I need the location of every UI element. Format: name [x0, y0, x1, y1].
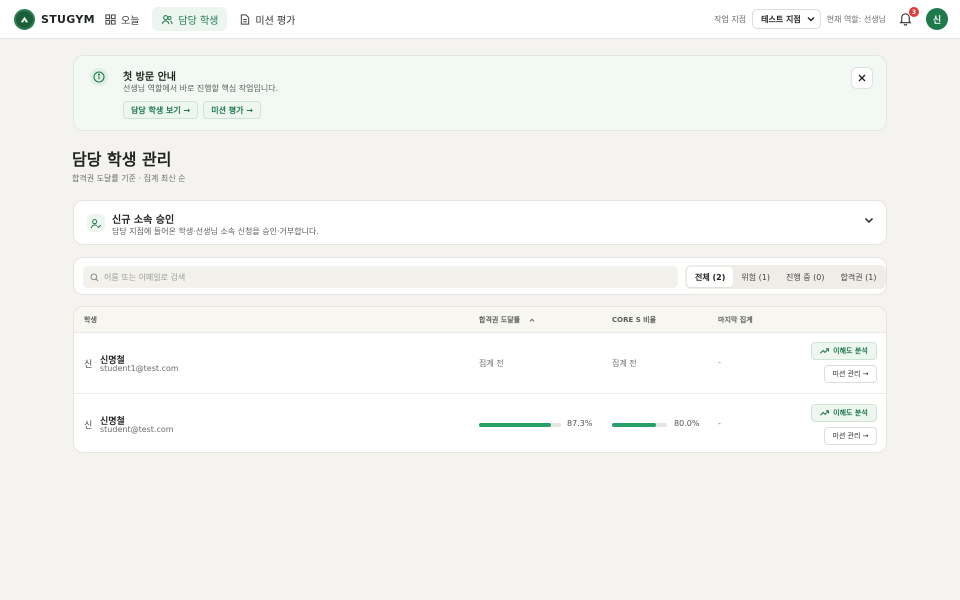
user-avatar[interactable]: 신 — [926, 8, 948, 30]
notice-actions: 담당 학생 보기 → 미션 평가 → — [123, 101, 261, 119]
understanding-analysis-button[interactable]: 이해도 분석 — [811, 342, 877, 360]
pass-rate-value: 87.3% — [567, 419, 593, 428]
button-label: 이해도 분석 — [833, 347, 868, 355]
notice-close-button[interactable] — [851, 67, 873, 89]
users-icon — [162, 14, 173, 24]
approval-title: 신규 소속 승인 — [112, 215, 175, 226]
view-students-button[interactable]: 담당 학생 보기 → — [123, 101, 199, 119]
branch-label: 작업 지점 — [714, 14, 747, 24]
chevron-down-icon — [807, 17, 815, 22]
table-row: 신 신명철 student1@test.com 집계 전 집계 전 - 이해도 … — [74, 333, 886, 393]
approval-description: 담당 지점에 들어온 학생·선생님 소속 신청을 승인·거부합니다. — [112, 227, 319, 236]
brand-name: STUGYM — [41, 13, 95, 26]
core-s-progress-bar — [612, 423, 667, 427]
tab-passing[interactable]: 합격권 (1) — [833, 267, 885, 287]
last-aggregate-value: - — [718, 419, 721, 428]
core-s-value: 80.0% — [674, 419, 700, 428]
pass-rate-progress-fill — [479, 423, 551, 427]
logo-emblem-icon — [14, 9, 35, 30]
column-header-core-s: CORE S 비율 — [612, 316, 657, 324]
tab-all[interactable]: 전체 (2) — [687, 267, 734, 287]
notice-title: 첫 방문 안내 — [123, 72, 176, 83]
brand-logo[interactable]: STUGYM — [14, 9, 95, 30]
document-icon — [241, 13, 250, 25]
table-header: 학생 합격권 도달률 CORE S 비율 마지막 집계 — [74, 307, 886, 333]
chevron-down-icon — [864, 217, 874, 224]
notification-button[interactable]: 3 — [898, 7, 919, 27]
pass-rate-value: 집계 전 — [479, 359, 504, 368]
nav-item-mission-eval[interactable]: 미션 평가 — [231, 7, 304, 31]
column-header-pass-rate[interactable]: 합격권 도달률 — [479, 315, 535, 325]
column-header-label: 합격권 도달률 — [479, 316, 521, 324]
student-email: student1@test.com — [100, 364, 179, 373]
nav-item-today[interactable]: 오늘 — [96, 7, 148, 31]
main-nav: 오늘 담당 학생 미션 평가 — [96, 7, 304, 31]
core-s-value: 집계 전 — [612, 359, 637, 368]
mission-manage-button[interactable]: 미션 관리 → — [824, 427, 877, 445]
search-box — [83, 266, 678, 288]
understanding-analysis-button[interactable]: 이해도 분석 — [811, 404, 877, 422]
mission-manage-button[interactable]: 미션 관리 → — [824, 365, 877, 383]
column-header-last-aggregate: 마지막 집계 — [718, 316, 753, 324]
trending-up-icon — [820, 410, 830, 416]
affiliation-approval-accordion[interactable]: 신규 소속 승인 담당 지점에 들어온 학생·선생님 소속 신청을 승인·거부합… — [73, 200, 887, 245]
search-input[interactable] — [104, 272, 664, 282]
nav-item-label: 담당 학생 — [178, 15, 219, 27]
sort-ascending-icon — [529, 318, 534, 322]
core-s-progress-fill — [612, 423, 656, 427]
notice-description: 선생님 역할에서 바로 진행할 핵심 작업입니다. — [123, 84, 279, 93]
tab-risk[interactable]: 위험 (1) — [733, 267, 778, 287]
trending-up-icon — [820, 348, 830, 354]
tab-in-progress[interactable]: 진행 중 (0) — [778, 267, 833, 287]
current-role-label: 현재 역할: 선생님 — [826, 14, 886, 24]
button-label: 이해도 분석 — [833, 409, 868, 417]
first-visit-notice: 첫 방문 안내 선생님 역할에서 바로 진행할 핵심 작업입니다. 담당 학생 … — [73, 55, 887, 131]
nav-item-students[interactable]: 담당 학생 — [152, 7, 228, 31]
top-navigation-bar: STUGYM 오늘 담당 학생 미션 평가 작업 지점 테스트 지점 현재 역할… — [0, 0, 960, 39]
grid-icon — [105, 13, 116, 25]
status-tabs: 전체 (2) 위험 (1) 진행 중 (0) 합격권 (1) — [685, 265, 887, 289]
user-check-icon — [87, 214, 105, 232]
students-table: 학생 합격권 도달률 CORE S 비율 마지막 집계 신 신명철 studen… — [73, 306, 887, 453]
nav-item-label: 오늘 — [121, 15, 140, 27]
info-icon — [90, 68, 108, 86]
branch-select-value: 테스트 지점 — [761, 14, 801, 24]
column-header-student: 학생 — [84, 316, 97, 324]
close-icon — [858, 74, 866, 82]
table-row: 신 신명철 student@test.com 87.3% 80.0% - 이해도… — [74, 393, 886, 452]
nav-item-label: 미션 평가 — [255, 15, 296, 27]
page-title: 담당 학생 관리 — [72, 150, 172, 169]
student-avatar: 신 — [84, 421, 93, 431]
last-aggregate-value: - — [718, 358, 721, 367]
notification-count-badge: 3 — [909, 7, 919, 17]
branch-select[interactable]: 테스트 지점 — [752, 9, 821, 29]
top-right-controls: 작업 지점 테스트 지점 현재 역할: 선생님 3 신 — [714, 7, 948, 30]
student-filter-bar: 전체 (2) 위험 (1) 진행 중 (0) 합격권 (1) — [73, 257, 887, 295]
student-email: student@test.com — [100, 425, 174, 434]
student-avatar: 신 — [84, 360, 93, 370]
mission-eval-button[interactable]: 미션 평가 → — [203, 101, 261, 119]
search-icon — [90, 272, 99, 281]
page-subtitle: 합격권 도달률 기준 · 집계 최신 순 — [72, 174, 186, 183]
pass-rate-progress-bar — [479, 423, 561, 427]
